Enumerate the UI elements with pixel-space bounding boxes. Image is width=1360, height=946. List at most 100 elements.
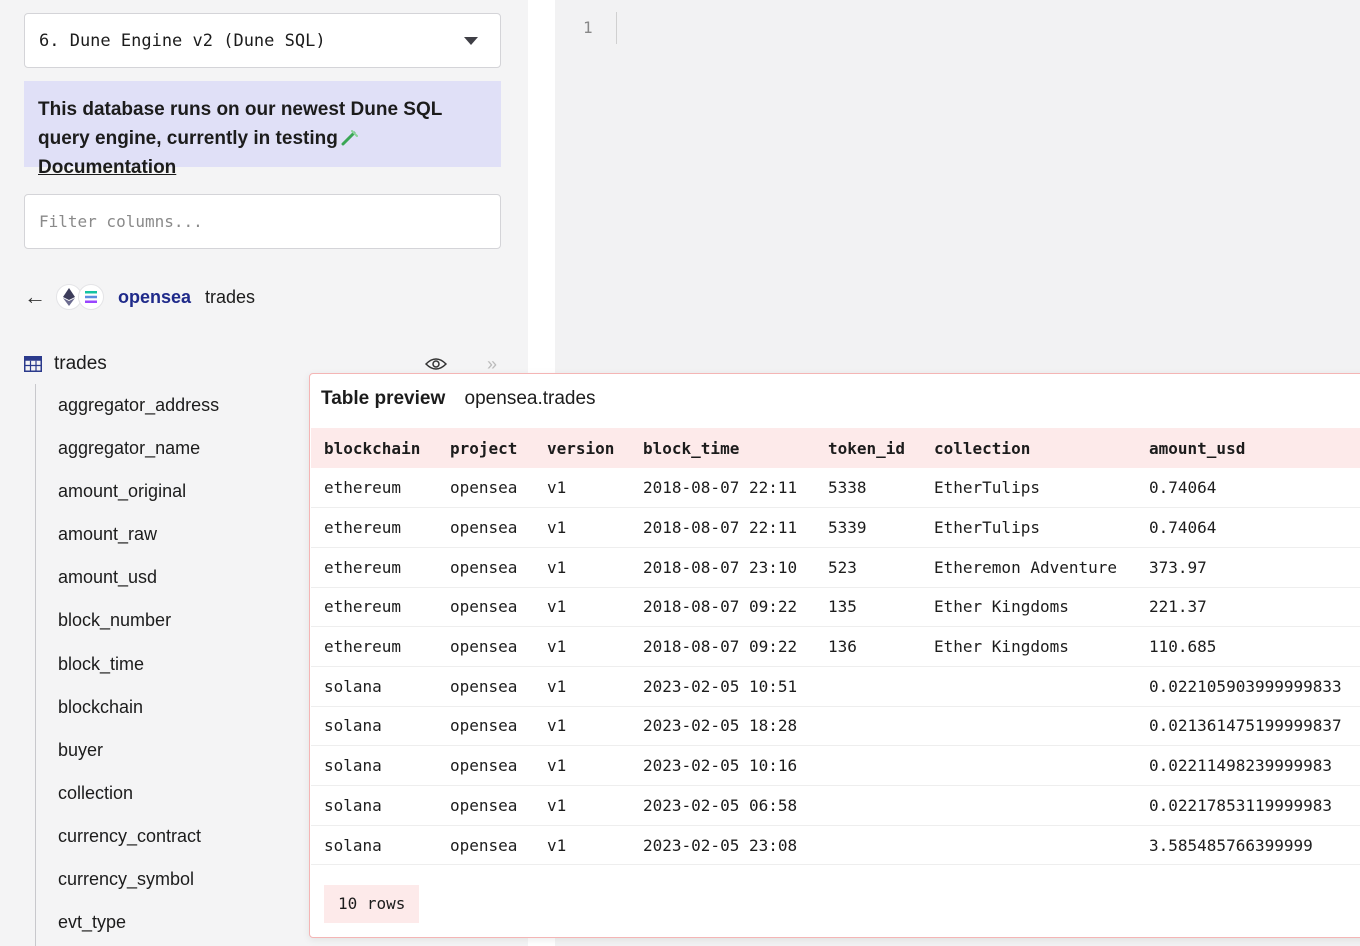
engine-notice: This database runs on our newest Dune SQ… — [24, 81, 501, 178]
table-cell: ethereum — [311, 587, 437, 628]
table-row: solana opensea v1 2023-02-05 10:16 0.0221149… — [311, 745, 1360, 786]
table-cell: 2023-02-05 06:58 — [630, 785, 815, 826]
table-row: solana opensea v1 2023-02-05 18:28 0.0213614… — [311, 706, 1360, 747]
table-cell: opensea — [437, 587, 534, 628]
table-cell: v1 — [534, 666, 630, 707]
preview-table: blockchain project version block_time token_… — [311, 428, 1360, 866]
table-row: ethereum opensea v1 2018-08-07 09:22 135 Ethe… — [311, 587, 1360, 628]
table-cell — [921, 825, 1136, 866]
test-tube-icon — [341, 130, 358, 146]
table-cell: ethereum — [311, 626, 437, 667]
column-header-collection[interactable]: collection — [921, 428, 1136, 468]
column-item[interactable]: currency_contract — [36, 815, 335, 858]
table-cell: 5338 — [815, 468, 921, 509]
table-cell — [815, 785, 921, 826]
column-item[interactable]: block_number — [36, 599, 335, 642]
solana-icon — [78, 284, 104, 310]
table-cell: 2018-08-07 22:11 — [630, 507, 815, 548]
table-cell: 135 — [815, 587, 921, 628]
table-cell: 2018-08-07 22:11 — [630, 468, 815, 509]
column-header-token-id[interactable]: token_id — [815, 428, 921, 468]
table-cell: 110.685 — [1136, 626, 1360, 667]
table-cell: 373.97 — [1136, 547, 1360, 588]
column-item[interactable]: currency_symbol — [36, 858, 335, 901]
table-cell: Etheremon Adventure — [921, 547, 1136, 588]
table-cell: 2018-08-07 09:22 — [630, 587, 815, 628]
eye-icon[interactable] — [424, 357, 447, 371]
table-cell: ethereum — [311, 507, 437, 548]
table-cell: solana — [311, 706, 437, 747]
table-cell: 0.021361475199999837 — [1136, 706, 1360, 747]
filter-columns-input[interactable] — [24, 194, 501, 249]
preview-label: Table preview — [321, 388, 446, 409]
preview-title: Table preview opensea.trades — [321, 388, 596, 410]
row-count-badge: 10 rows — [324, 885, 420, 923]
table-cell: 0.022105903999999833 — [1136, 666, 1360, 707]
table-cell: 2023-02-05 18:28 — [630, 706, 815, 747]
breadcrumb-namespace[interactable]: opensea — [118, 287, 191, 308]
column-item[interactable]: amount_original — [36, 470, 335, 513]
table-cell: EtherTulips — [921, 507, 1136, 548]
back-arrow-icon[interactable]: ← — [24, 284, 50, 310]
table-cell: 2018-08-07 09:22 — [630, 626, 815, 667]
table-cell: 0.74064 — [1136, 468, 1360, 509]
table-cell: EtherTulips — [921, 468, 1136, 509]
table-header-row: blockchain project version block_time token_… — [311, 428, 1360, 468]
table-cell: Ether Kingdoms — [921, 626, 1136, 667]
table-cell: opensea — [437, 666, 534, 707]
column-item[interactable]: blockchain — [36, 686, 335, 729]
column-header-version[interactable]: version — [534, 428, 630, 468]
table-cell — [815, 666, 921, 707]
table-cell: solana — [311, 785, 437, 826]
column-item[interactable]: amount_raw — [36, 513, 335, 556]
chevron-down-icon — [464, 36, 478, 45]
table-icon — [24, 356, 42, 372]
column-header-amount-usd[interactable]: amount_usd — [1136, 428, 1360, 468]
table-cell: 2023-02-05 10:16 — [630, 745, 815, 786]
column-item[interactable]: evt_type — [36, 901, 335, 944]
table-cell: opensea — [437, 825, 534, 866]
table-cell: ethereum — [311, 468, 437, 509]
table-cell: opensea — [437, 785, 534, 826]
double-chevron-right-icon[interactable]: » — [487, 354, 497, 375]
table-cell: opensea — [437, 626, 534, 667]
table-cell: 0.74064 — [1136, 507, 1360, 548]
table-cell: ethereum — [311, 547, 437, 588]
column-item[interactable]: block_time — [36, 643, 335, 686]
table-cell: opensea — [437, 745, 534, 786]
table-cell: opensea — [437, 706, 534, 747]
table-cell: 2018-08-07 23:10 — [630, 547, 815, 588]
table-cell: v1 — [534, 507, 630, 548]
table-cell: solana — [311, 745, 437, 786]
column-item[interactable]: amount_usd — [36, 556, 335, 599]
column-header-project[interactable]: project — [437, 428, 534, 468]
table-cell: v1 — [534, 626, 630, 667]
column-header-blockchain[interactable]: blockchain — [311, 428, 437, 468]
table-cell — [815, 706, 921, 747]
table-cell: opensea — [437, 507, 534, 548]
table-cell: 0.02211498239999983 — [1136, 745, 1360, 786]
table-cell: 3.585485766399999 — [1136, 825, 1360, 866]
column-item[interactable]: aggregator_name — [36, 427, 335, 470]
chain-icons — [56, 284, 104, 310]
column-item[interactable]: buyer — [36, 729, 335, 772]
table-row: ethereum opensea v1 2018-08-07 22:11 5338 Eth… — [311, 468, 1360, 509]
column-item[interactable]: aggregator_address — [36, 384, 335, 427]
table-cell — [815, 745, 921, 786]
table-cell — [921, 706, 1136, 747]
engine-select[interactable]: 6. Dune Engine v2 (Dune SQL) — [24, 13, 501, 68]
table-cell: 136 — [815, 626, 921, 667]
table-row: solana opensea v1 2023-02-05 06:58 0.0221785… — [311, 785, 1360, 826]
table-cell: v1 — [534, 706, 630, 747]
table-row: ethereum opensea v1 2018-08-07 23:10 523 Ethe… — [311, 547, 1360, 588]
breadcrumb-table: trades — [205, 286, 256, 307]
table-preview-popover: Table preview opensea.trades blockchain p… — [309, 373, 1360, 938]
table-cell: opensea — [437, 468, 534, 509]
table-row: solana opensea v1 2023-02-05 10:51 0.0221059… — [311, 666, 1360, 707]
table-cell: 5339 — [815, 507, 921, 548]
column-item[interactable]: collection — [36, 772, 335, 815]
table-cell — [921, 785, 1136, 826]
documentation-link[interactable]: Documentation — [38, 157, 176, 178]
column-header-block-time[interactable]: block_time — [630, 428, 815, 468]
breadcrumb: ← opensea trades — [24, 282, 255, 312]
